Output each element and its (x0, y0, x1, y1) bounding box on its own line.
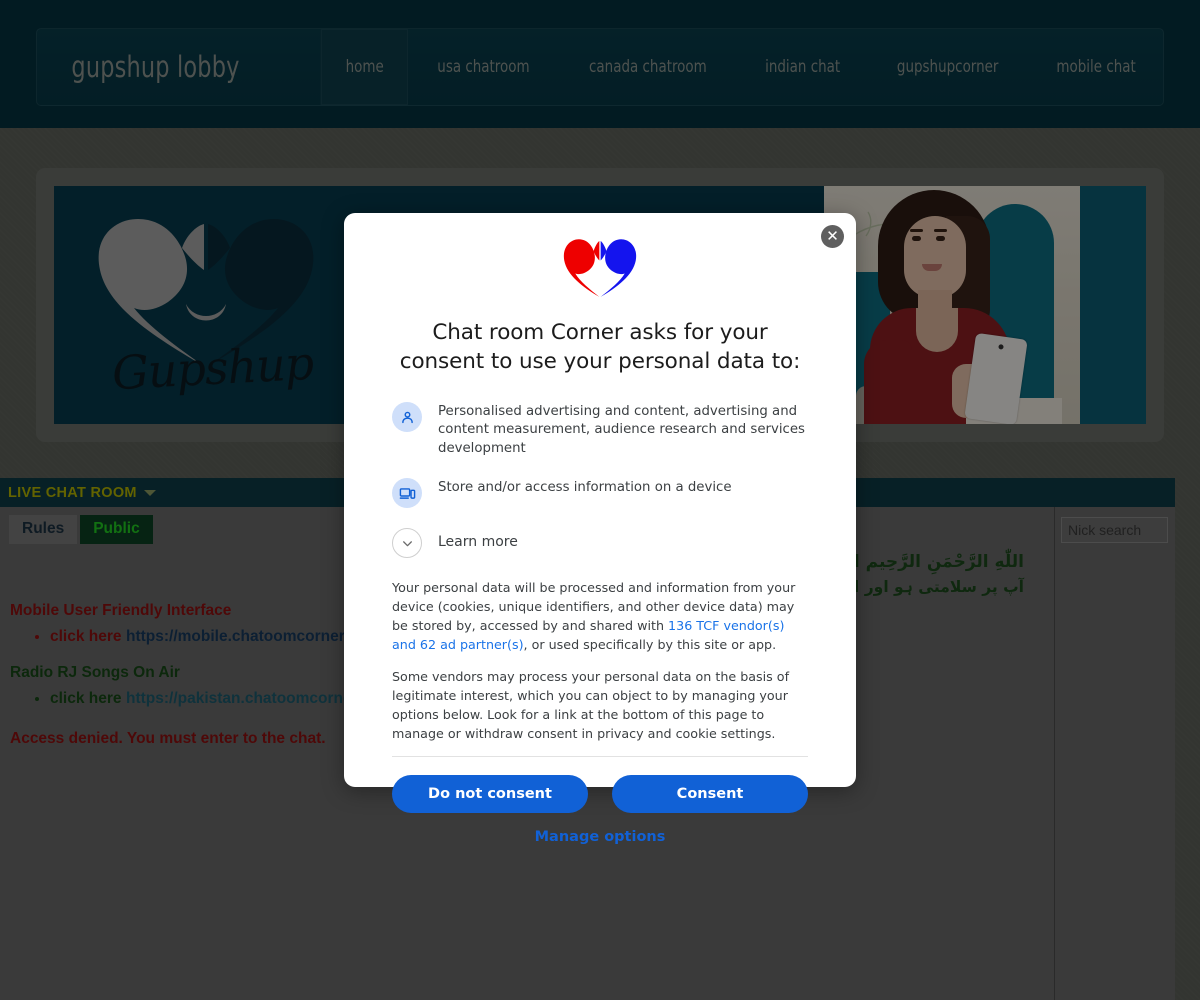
close-icon[interactable]: ✕ (821, 225, 844, 248)
modal-title: Chat room Corner asks for your consent t… (399, 320, 801, 375)
legal-paragraph-1: Your personal data will be processed and… (392, 578, 808, 654)
purpose-text: Store and/or access information on a dev… (438, 480, 732, 496)
manage-options-link[interactable]: Manage options (392, 829, 808, 845)
purpose-device-storage: Store and/or access information on a dev… (392, 478, 808, 509)
modal-buttons: Do not consent Consent (392, 775, 808, 814)
person-icon (392, 402, 422, 433)
legal-p1-after: , or used specifically by this site or a… (523, 637, 777, 653)
consent-button[interactable]: Consent (612, 775, 808, 814)
purpose-text: Personalised advertising and content, ad… (438, 404, 805, 456)
consent-modal: ✕ Chat room Corner asks for your consent… (344, 213, 856, 845)
purpose-personalised-ads: Personalised advertising and content, ad… (392, 402, 808, 458)
devices-icon (392, 478, 422, 509)
purpose-list: Personalised advertising and content, ad… (392, 402, 808, 559)
chevron-down-icon[interactable] (392, 528, 422, 559)
learn-more-label: Learn more (438, 534, 518, 551)
learn-more-row[interactable]: Learn more (392, 528, 808, 559)
do-not-consent-button[interactable]: Do not consent (392, 775, 588, 814)
modal-divider (392, 756, 808, 758)
heart-couple-logo-icon (563, 239, 637, 297)
legal-paragraph-2: Some vendors may process your personal d… (392, 669, 790, 742)
legal-text: Your personal data will be processed and… (392, 578, 808, 743)
page-root: gupshup lobby home usa chatroom canada c… (0, 0, 1200, 1000)
